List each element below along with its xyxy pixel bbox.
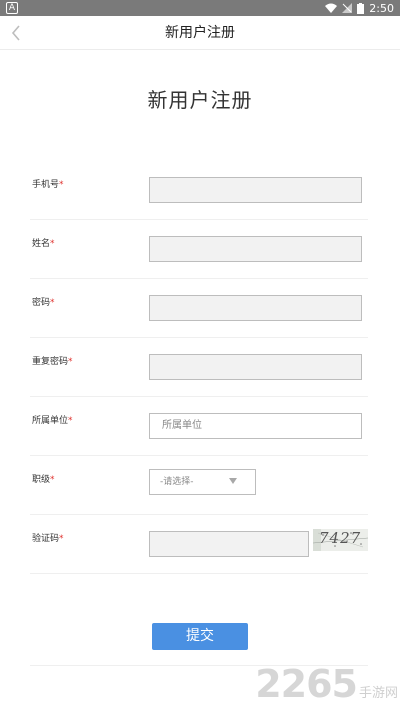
site-watermark: 2265 手游网 (255, 662, 398, 706)
organization-label: 所属单位* (32, 416, 73, 426)
required-mark: * (59, 180, 64, 190)
phone-label: 手机号* (32, 180, 64, 190)
registration-form: 手机号* 姓名* 密码* 重复密码* 所属单位* 所属单位 职级* -请选择- … (30, 161, 368, 574)
dropdown-arrow-icon (229, 478, 237, 484)
required-mark: * (50, 475, 55, 485)
required-mark: * (68, 416, 73, 426)
signal-icon (342, 3, 353, 13)
name-input[interactable] (149, 236, 362, 262)
organization-row: 所属单位* 所属单位 (30, 397, 368, 456)
captcha-input[interactable] (149, 531, 309, 557)
captcha-row: 验证码* 7427 (30, 515, 368, 574)
organization-input[interactable]: 所属单位 (149, 413, 362, 439)
captcha-label: 验证码* (32, 534, 64, 544)
phone-input[interactable] (149, 177, 362, 203)
level-select[interactable]: -请选择- (149, 469, 256, 495)
phone-row: 手机号* (30, 161, 368, 220)
repeat-password-input[interactable] (149, 354, 362, 380)
level-selected-value: -请选择- (160, 477, 194, 487)
required-mark: * (50, 239, 55, 249)
page-title: 新用户注册 (147, 88, 253, 112)
captcha-image[interactable]: 7427 (313, 529, 368, 551)
required-mark: * (68, 357, 73, 367)
name-row: 姓名* (30, 220, 368, 279)
submit-button[interactable]: 提交 (152, 623, 248, 650)
name-label: 姓名* (32, 239, 55, 249)
status-icons: 2:50 (325, 1, 394, 15)
password-label: 密码* (32, 298, 55, 308)
repeat-password-row: 重复密码* (30, 338, 368, 397)
required-mark: * (59, 534, 64, 544)
battery-icon (357, 2, 365, 14)
captcha-text: 7427 (319, 529, 362, 547)
repeat-password-label: 重复密码* (32, 357, 73, 367)
app-notification-icon: A (6, 2, 18, 14)
level-label: 职级* (32, 475, 55, 485)
password-input[interactable] (149, 295, 362, 321)
password-row: 密码* (30, 279, 368, 338)
wifi-icon (325, 3, 338, 13)
nav-title: 新用户注册 (165, 25, 235, 41)
navigation-bar: 新用户注册 (0, 16, 400, 50)
status-bar: A 2:50 (0, 0, 400, 16)
required-mark: * (50, 298, 55, 308)
level-row: 职级* -请选择- (30, 456, 368, 515)
clock-time: 2:50 (369, 1, 394, 15)
